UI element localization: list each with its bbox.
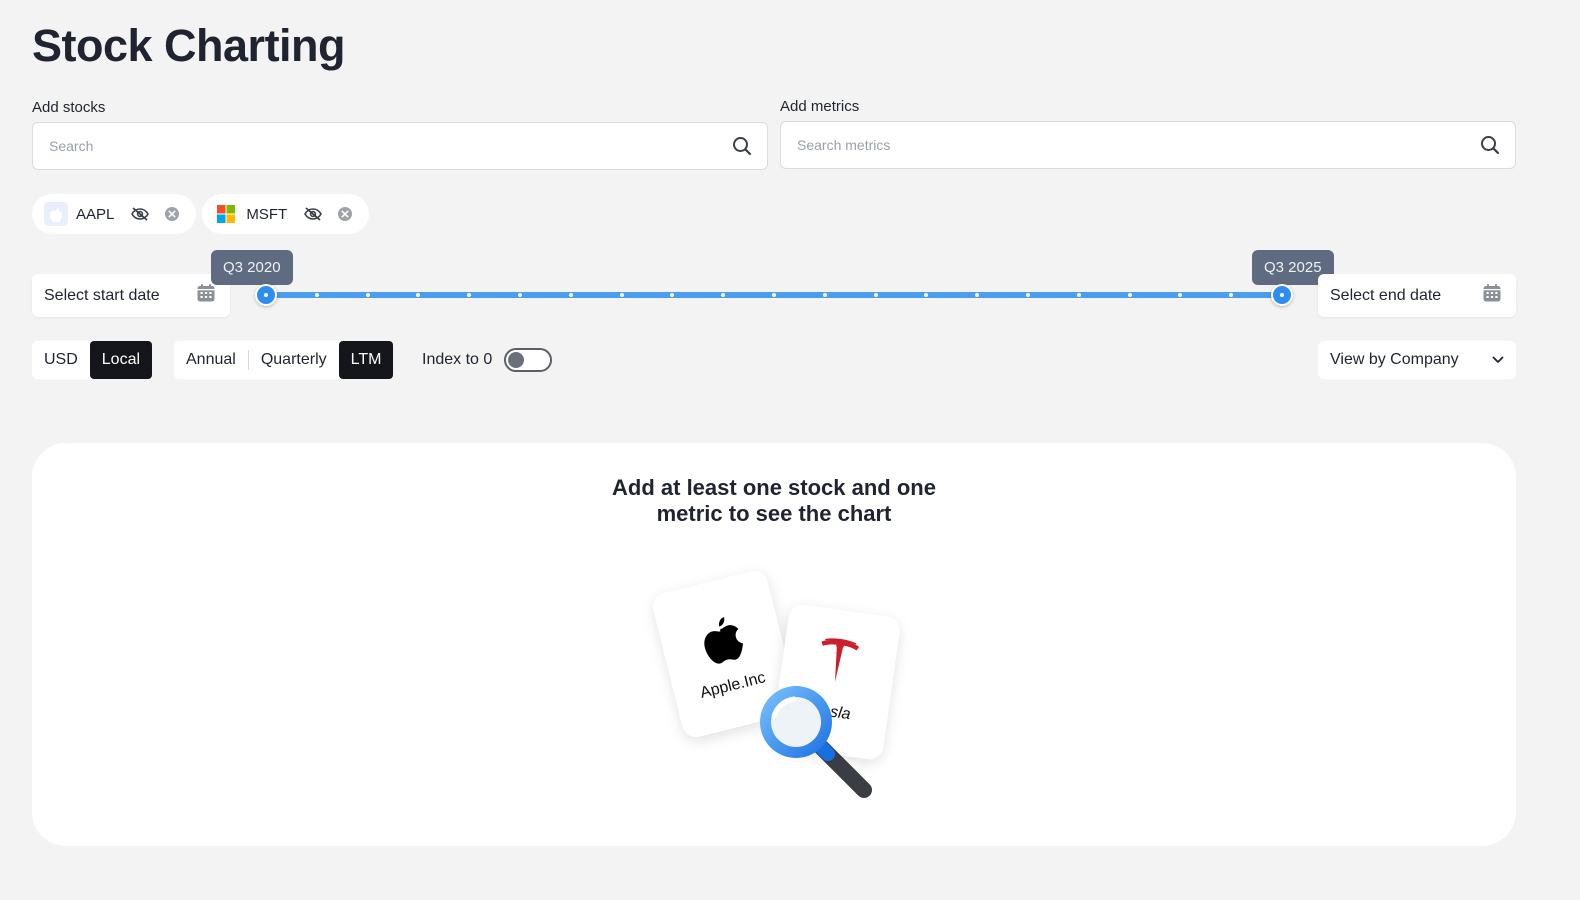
slider-tick bbox=[365, 293, 370, 297]
search-icon[interactable] bbox=[731, 135, 753, 157]
view-by-select[interactable]: View by Company bbox=[1318, 341, 1516, 379]
empty-state-illustration: Apple.Inc Tesla bbox=[649, 567, 902, 808]
chevron-down-icon bbox=[1492, 351, 1504, 369]
add-stocks-label: Add stocks bbox=[32, 99, 106, 116]
range-start-tooltip: Q3 2020 bbox=[211, 250, 293, 285]
empty-state-line-1: Add at least one stock and one bbox=[612, 475, 936, 500]
slider-tick bbox=[619, 293, 624, 297]
chip-ticker: AAPL bbox=[76, 205, 115, 223]
slider-tick bbox=[1076, 293, 1081, 297]
magnifier-icon bbox=[752, 678, 882, 813]
toggle-knob bbox=[508, 352, 524, 368]
slider-tick bbox=[822, 293, 827, 297]
stock-search-input[interactable] bbox=[49, 138, 731, 154]
currency-usd-button[interactable]: USD bbox=[32, 341, 90, 379]
slider-tick bbox=[873, 293, 878, 297]
chip-ticker: MSFT bbox=[246, 205, 288, 223]
apple-logo-icon bbox=[697, 612, 749, 673]
metric-search-input[interactable] bbox=[797, 137, 1479, 153]
slider-end-handle[interactable] bbox=[1271, 284, 1293, 306]
slider-start-handle[interactable] bbox=[255, 284, 277, 306]
slider-tick bbox=[314, 293, 319, 297]
end-date-picker[interactable]: Select end date bbox=[1318, 274, 1516, 317]
slider-tick bbox=[518, 293, 522, 297]
microsoft-logo-icon bbox=[214, 202, 238, 226]
slider-tick bbox=[1127, 293, 1132, 297]
period-annual-button[interactable]: Annual bbox=[174, 341, 248, 379]
view-by-value: View by Company bbox=[1330, 351, 1459, 368]
date-range-slider[interactable] bbox=[255, 283, 1306, 307]
slider-tick bbox=[1026, 293, 1030, 297]
apple-logo-icon bbox=[44, 202, 68, 226]
period-quarterly-button[interactable]: Quarterly bbox=[249, 341, 339, 379]
stock-search-box bbox=[32, 122, 768, 170]
period-toggle: Annual Quarterly LTM bbox=[174, 341, 394, 379]
selected-stocks: AAPL MSFT bbox=[32, 194, 370, 234]
search-icon[interactable] bbox=[1479, 134, 1501, 156]
remove-circle-icon[interactable] bbox=[160, 202, 184, 226]
empty-state-line-2: metric to see the chart bbox=[656, 501, 892, 526]
chart-area: Add at least one stock and one metric to… bbox=[32, 443, 1516, 846]
add-metrics-label: Add metrics bbox=[780, 98, 860, 115]
period-ltm-button[interactable]: LTM bbox=[338, 341, 394, 379]
slider-tick bbox=[568, 293, 573, 297]
eye-off-icon[interactable] bbox=[128, 202, 152, 226]
page-title: Stock Charting bbox=[32, 20, 346, 71]
start-date-label: Select start date bbox=[44, 286, 160, 304]
start-date-picker[interactable]: Select start date bbox=[32, 274, 230, 317]
currency-local-button[interactable]: Local bbox=[89, 341, 153, 379]
calendar-icon bbox=[196, 283, 216, 308]
remove-circle-icon[interactable] bbox=[333, 202, 357, 226]
stock-chip-msft: MSFT bbox=[202, 194, 370, 234]
stock-charting-page: Stock Charting Add stocks Add metrics AA… bbox=[0, 0, 1580, 900]
empty-state-message: Add at least one stock and one metric to… bbox=[32, 475, 1516, 527]
slider-tick bbox=[772, 293, 776, 297]
stock-chip-aapl: AAPL bbox=[32, 194, 197, 234]
index-to-zero-label: Index to 0 bbox=[422, 351, 493, 368]
metric-search-box bbox=[780, 121, 1516, 169]
index-to-zero-toggle[interactable] bbox=[504, 348, 552, 372]
currency-toggle: USD Local bbox=[32, 341, 153, 379]
eye-off-icon[interactable] bbox=[301, 202, 325, 226]
end-date-label: Select end date bbox=[1330, 286, 1442, 304]
calendar-icon bbox=[1482, 283, 1502, 308]
